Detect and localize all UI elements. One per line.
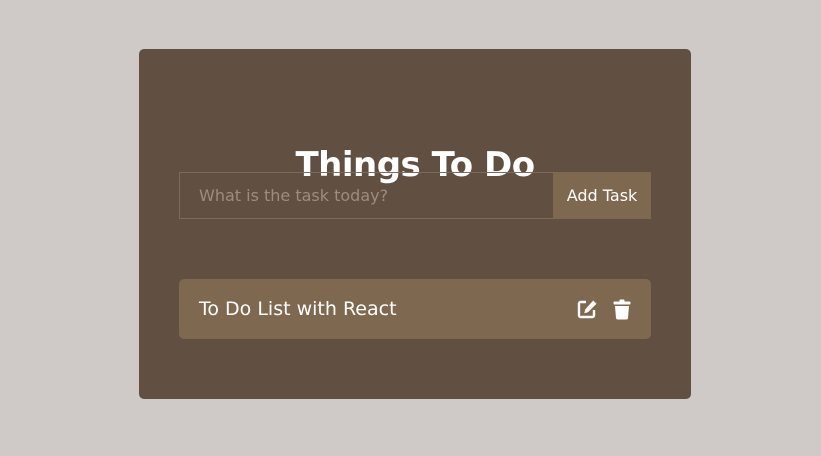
edit-icon[interactable] (577, 298, 598, 320)
task-input[interactable] (179, 172, 553, 219)
trash-icon[interactable] (611, 298, 632, 320)
task-text[interactable]: To Do List with React (199, 298, 397, 320)
task-list: To Do List with React (179, 279, 651, 339)
add-task-button[interactable]: Add Task (553, 172, 651, 219)
add-task-form: Add Task (179, 172, 651, 219)
todo-card: Things To Do Add Task To Do List with Re… (139, 49, 691, 399)
page: Things To Do Add Task To Do List with Re… (0, 0, 821, 456)
task-item: To Do List with React (179, 279, 651, 339)
task-actions (577, 298, 632, 320)
